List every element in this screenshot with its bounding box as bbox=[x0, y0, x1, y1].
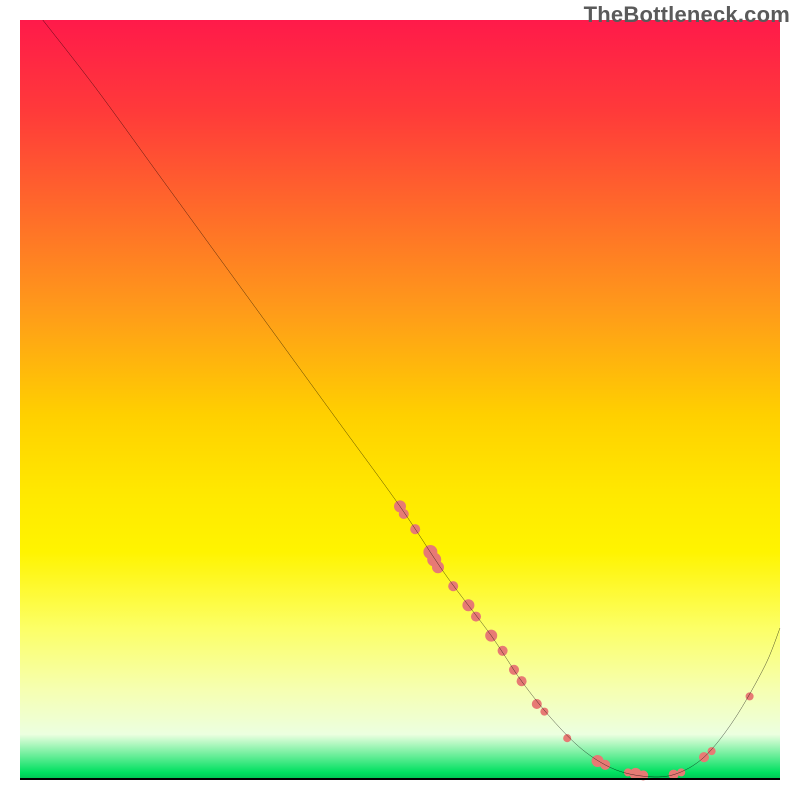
bottleneck-curve bbox=[43, 20, 780, 777]
watermark-text: TheBottleneck.com bbox=[584, 2, 790, 28]
x-axis-baseline bbox=[20, 778, 780, 780]
chart-container: TheBottleneck.com bbox=[0, 0, 800, 800]
data-marker bbox=[399, 509, 409, 519]
plot-area bbox=[20, 20, 780, 780]
markers-group bbox=[394, 500, 754, 780]
data-marker bbox=[677, 768, 685, 776]
data-marker bbox=[432, 561, 444, 573]
data-marker bbox=[708, 747, 716, 755]
data-marker bbox=[540, 708, 548, 716]
data-marker bbox=[532, 699, 542, 709]
curve-svg bbox=[20, 20, 780, 780]
